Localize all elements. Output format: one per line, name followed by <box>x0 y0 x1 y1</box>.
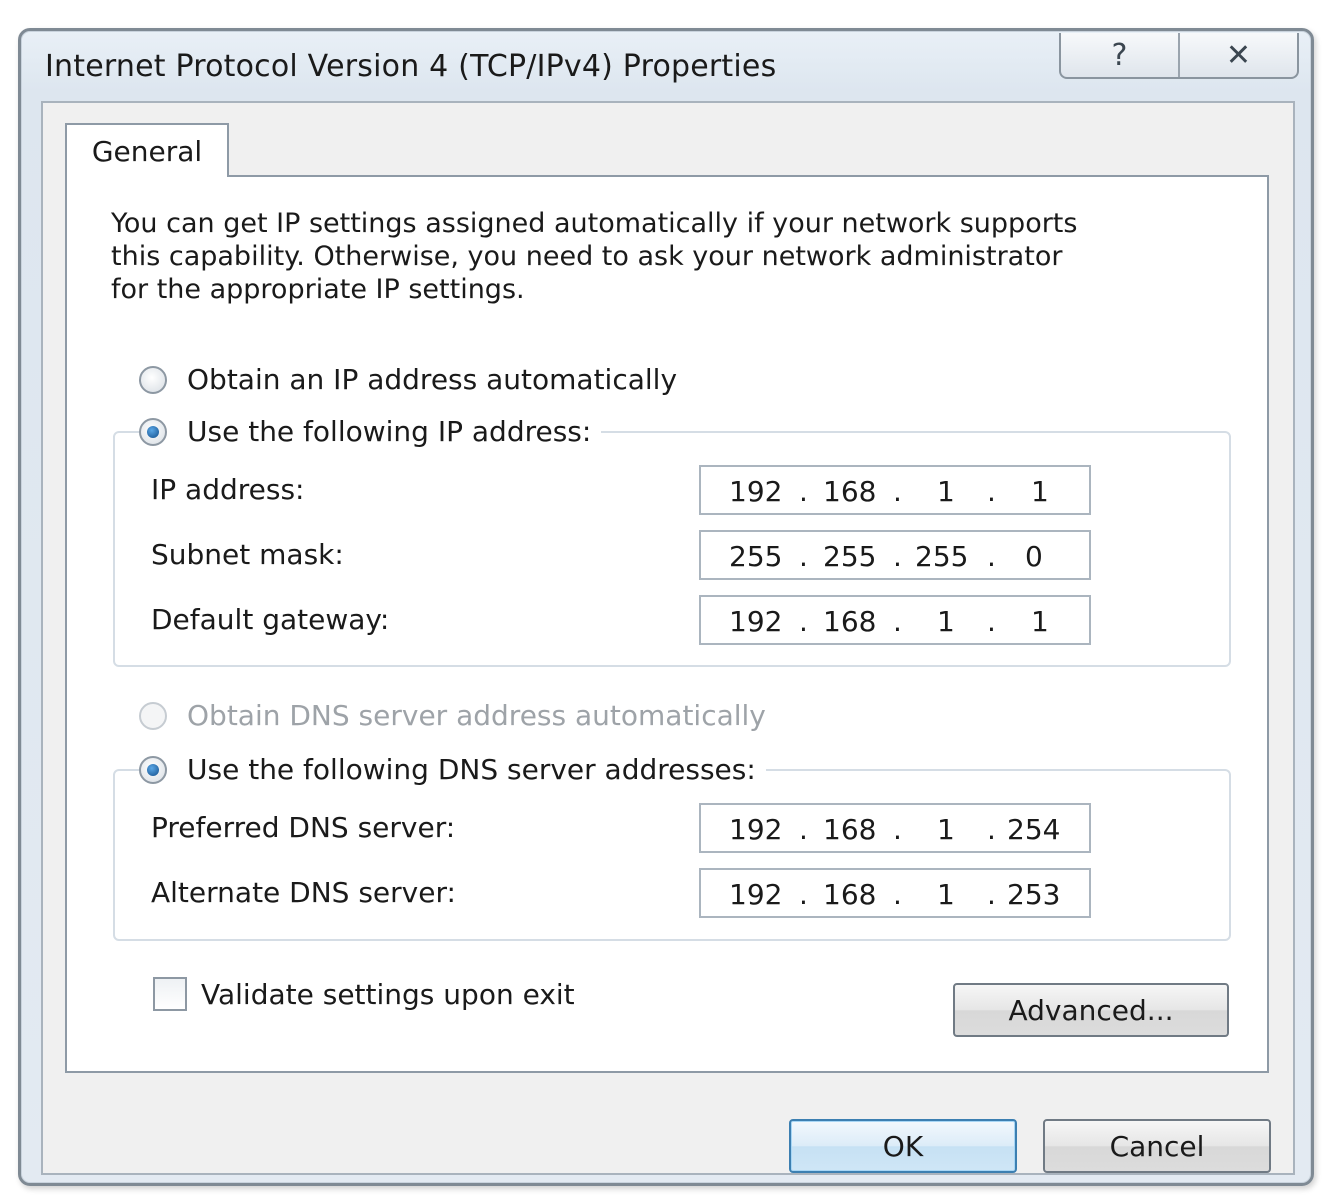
help-icon: ? <box>1111 37 1128 73</box>
octet: 1 <box>937 813 955 846</box>
octet: 1 <box>937 475 955 508</box>
general-tab-page: You can get IP settings assigned automat… <box>65 175 1269 1073</box>
radio-use-ip-manual-indicator <box>139 417 167 446</box>
radio-obtain-dns-auto-indicator <box>139 701 167 730</box>
octet: 0 <box>1025 540 1043 573</box>
radio-obtain-dns-auto[interactable]: Obtain DNS server address automatically <box>139 699 776 732</box>
octet: 192 <box>729 813 783 846</box>
octet: 192 <box>729 475 783 508</box>
octet: 255 <box>729 540 783 573</box>
subnet-mask-input[interactable]: 255 . 255 . 255 . 0 <box>699 530 1091 580</box>
radio-use-dns-manual-label: Use the following DNS server addresses: <box>187 753 756 786</box>
tab-general[interactable]: General <box>65 123 229 177</box>
intro-text: You can get IP settings assigned automat… <box>111 208 1078 305</box>
radio-obtain-dns-auto-label: Obtain DNS server address automatically <box>187 699 766 732</box>
help-button[interactable]: ? <box>1061 33 1178 77</box>
dns-server-group: Preferred DNS server: 192 . 168 . 1 . 25… <box>113 769 1231 941</box>
ip-address-group: IP address: 192 . 168 . 1 . 1 Subnet mas… <box>113 431 1231 667</box>
octet: 1 <box>937 605 955 638</box>
ipv4-properties-dialog: Internet Protocol Version 4 (TCP/IPv4) P… <box>18 28 1314 1186</box>
octet: 192 <box>729 605 783 638</box>
radio-use-dns-manual-indicator <box>139 755 167 784</box>
octet: 168 <box>823 813 877 846</box>
radio-use-dns-manual[interactable]: Use the following DNS server addresses: <box>139 753 766 786</box>
octet: 1 <box>1031 605 1049 638</box>
radio-obtain-ip-auto-indicator <box>139 365 167 394</box>
alternate-dns-input[interactable]: 192 . 168 . 1 . 253 <box>699 868 1091 918</box>
default-gateway-input[interactable]: 192 . 168 . 1 . 1 <box>699 595 1091 645</box>
octet: 1 <box>1031 475 1049 508</box>
radio-obtain-ip-auto-label: Obtain an IP address automatically <box>187 363 678 396</box>
close-icon: ✕ <box>1225 37 1252 73</box>
octet: 192 <box>729 878 783 911</box>
cancel-button[interactable]: Cancel <box>1043 1119 1271 1173</box>
preferred-dns-input[interactable]: 192 . 168 . 1 . 254 <box>699 803 1091 853</box>
caption-buttons: ? ✕ <box>1059 33 1299 79</box>
radio-use-ip-manual-label: Use the following IP address: <box>187 415 592 448</box>
window-title: Internet Protocol Version 4 (TCP/IPv4) P… <box>45 49 777 84</box>
octet: 255 <box>915 540 969 573</box>
preferred-dns-label: Preferred DNS server: <box>151 811 456 844</box>
validate-settings-checkbox-box <box>153 977 187 1011</box>
close-button[interactable]: ✕ <box>1178 33 1297 77</box>
advanced-button[interactable]: Advanced... <box>953 983 1229 1037</box>
octet: 255 <box>823 540 877 573</box>
dialog-client-area: General You can get IP settings assigned… <box>41 101 1295 1175</box>
octet: 254 <box>1007 813 1061 846</box>
octet: 168 <box>823 878 877 911</box>
ip-address-input[interactable]: 192 . 168 . 1 . 1 <box>699 465 1091 515</box>
radio-use-ip-manual[interactable]: Use the following IP address: <box>139 415 602 448</box>
octet: 168 <box>823 475 877 508</box>
subnet-mask-label: Subnet mask: <box>151 538 344 571</box>
octet: 1 <box>937 878 955 911</box>
validate-settings-label: Validate settings upon exit <box>201 977 575 1011</box>
alternate-dns-label: Alternate DNS server: <box>151 876 456 909</box>
ok-button[interactable]: OK <box>789 1119 1017 1173</box>
ip-address-label: IP address: <box>151 473 305 506</box>
radio-obtain-ip-auto[interactable]: Obtain an IP address automatically <box>139 363 688 396</box>
validate-settings-checkbox[interactable]: Validate settings upon exit <box>153 977 575 1011</box>
default-gateway-label: Default gateway: <box>151 603 390 636</box>
octet: 253 <box>1007 878 1061 911</box>
octet: 168 <box>823 605 877 638</box>
